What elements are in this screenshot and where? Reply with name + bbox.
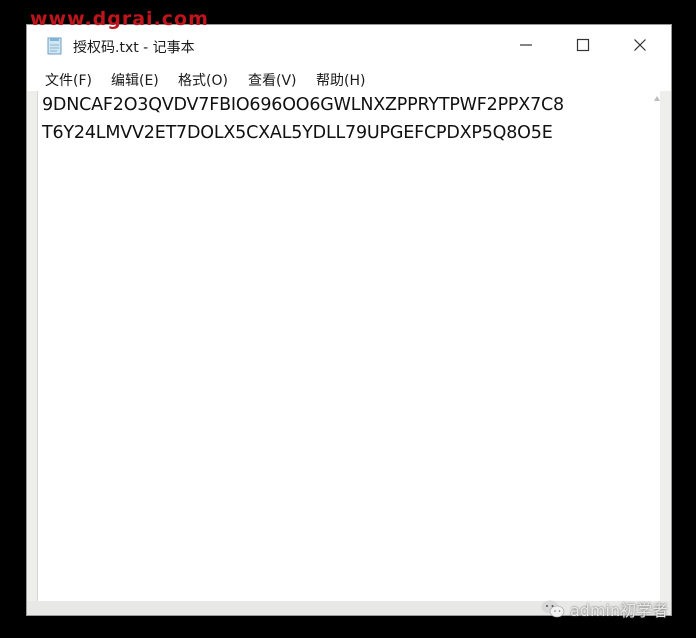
editor-line-2: T6Y24LMVV2ET7DOLX5CXAL5YDLL79UPGEFCPDXP5… bbox=[42, 123, 553, 143]
notepad-file-icon bbox=[47, 37, 62, 55]
menu-edit[interactable]: 编辑(E) bbox=[111, 70, 159, 90]
menu-file[interactable]: 文件(F) bbox=[45, 70, 92, 90]
minimize-button[interactable] bbox=[511, 31, 541, 59]
menu-help[interactable]: 帮助(H) bbox=[316, 70, 365, 90]
maximize-icon bbox=[576, 38, 590, 52]
window-title: 授权码.txt - 记事本 bbox=[73, 40, 195, 56]
menu-format[interactable]: 格式(O) bbox=[178, 70, 228, 90]
menu-view[interactable]: 查看(V) bbox=[248, 70, 297, 90]
site-watermark: www.dgrai.com bbox=[30, 8, 209, 30]
wechat-icon bbox=[541, 600, 565, 618]
maximize-button[interactable] bbox=[568, 31, 598, 59]
screenshot-stage: www.dgrai.com 授权码.txt - 记事本 文件(F) 编辑(E) … bbox=[0, 0, 696, 638]
editor-line-1: 9DNCAF2O3QVDV7FBIO696OO6GWLNXZPPRYTPWF2P… bbox=[42, 95, 564, 115]
menu-bar: 文件(F) 编辑(E) 格式(O) 查看(V) 帮助(H) bbox=[27, 65, 671, 91]
minimize-icon bbox=[520, 44, 532, 46]
title-bar[interactable]: 授权码.txt - 记事本 bbox=[27, 25, 671, 65]
author-watermark-text: admin初学者 bbox=[570, 601, 669, 620]
scroll-up-arrow-icon[interactable] bbox=[653, 95, 661, 105]
close-icon bbox=[634, 39, 646, 51]
author-watermark: admin初学者 bbox=[540, 597, 668, 621]
notepad-window: 授权码.txt - 记事本 文件(F) 编辑(E) 格式(O) 查看(V) 帮助… bbox=[26, 24, 672, 616]
editor-text-area[interactable]: 9DNCAF2O3QVDV7FBIO696OO6GWLNXZPPRYTPWF2P… bbox=[37, 91, 660, 601]
close-button[interactable] bbox=[625, 31, 655, 59]
